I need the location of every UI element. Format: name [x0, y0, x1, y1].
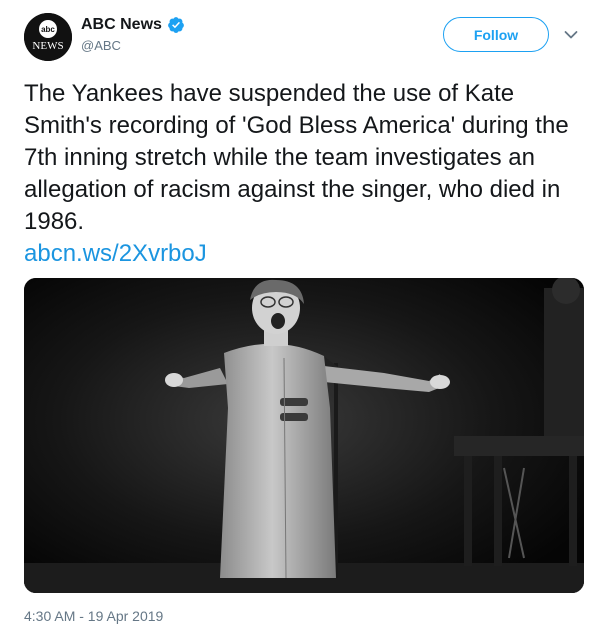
- tweet-text: The Yankees have suspended the use of Ka…: [24, 80, 569, 235]
- tweet-photo[interactable]: [24, 278, 584, 593]
- tweet-card: abc NEWS ABC News @ABC Follow The Yankee…: [0, 0, 611, 632]
- author-info: ABC News @ABC: [81, 15, 185, 54]
- chevron-down-icon[interactable]: [564, 30, 578, 40]
- abc-news-logo-icon: abc NEWS: [24, 13, 72, 61]
- display-name-row: ABC News: [81, 15, 185, 35]
- tweet-timestamp[interactable]: 4:30 AM - 19 Apr 2019: [24, 607, 163, 625]
- logo-text: abc: [41, 25, 55, 34]
- singer-photo-image: [24, 278, 584, 593]
- avatar[interactable]: abc NEWS: [24, 13, 72, 61]
- logo-subtext: NEWS: [32, 40, 63, 52]
- tweet-link[interactable]: abcn.ws/2XvrboJ: [24, 238, 207, 270]
- verified-badge-icon: [168, 17, 184, 33]
- handle[interactable]: @ABC: [81, 38, 185, 54]
- display-name[interactable]: ABC News: [81, 15, 162, 35]
- follow-button[interactable]: Follow: [443, 17, 549, 52]
